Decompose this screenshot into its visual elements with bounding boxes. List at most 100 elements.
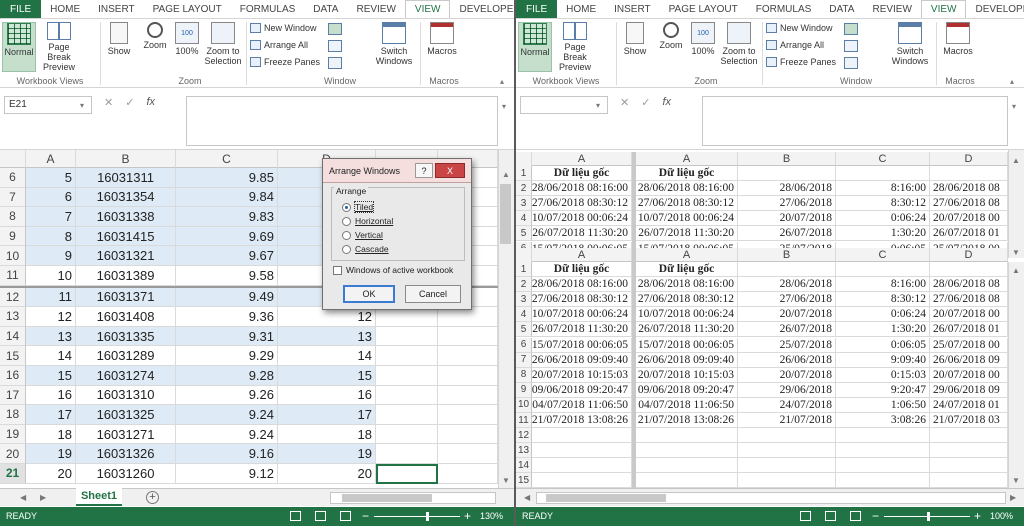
row-header[interactable]: 20	[0, 444, 26, 464]
scroll-down-icon[interactable]: ▼	[1012, 476, 1020, 485]
table-cell[interactable]: 9.85	[176, 168, 278, 188]
macros-button[interactable]: Macros	[424, 22, 460, 72]
table-cell[interactable]: 25/07/2018 00	[930, 337, 1008, 353]
table-cell[interactable]	[438, 346, 498, 366]
cancel-button[interactable]: Cancel	[405, 285, 461, 303]
row-header[interactable]: 4	[516, 211, 532, 227]
table-cell[interactable]: 13	[278, 326, 376, 347]
table-cell[interactable]: 9.31	[176, 326, 278, 347]
table-cell[interactable]: 0:06:24	[836, 307, 930, 323]
table-cell[interactable]: 13	[26, 326, 76, 347]
table-cell[interactable]	[836, 443, 930, 459]
name-box[interactable]	[520, 96, 608, 114]
table-cell[interactable]: 9.49	[176, 287, 278, 308]
row-header[interactable]: 15	[516, 473, 532, 489]
table-cell[interactable]: 26/07/2018 01	[930, 322, 1008, 338]
hscroll-thumb[interactable]	[342, 494, 432, 502]
switch-windows-button[interactable]: Switch Windows	[372, 22, 416, 72]
table-cell[interactable]: 8:16:00	[836, 277, 930, 293]
cancel-icon[interactable]: ✕	[620, 96, 629, 109]
table-cell[interactable]: 26/07/2018 11:30:20	[532, 226, 632, 242]
table-cell[interactable]: 20/07/2018 00	[930, 307, 1008, 323]
scroll-thumb[interactable]	[500, 184, 511, 244]
table-cell[interactable]: 9.26	[176, 385, 278, 406]
table-cell[interactable]: 19	[26, 444, 76, 464]
column-header[interactable]: B	[738, 248, 836, 262]
table-cell[interactable]: Dữ liệu gốc	[532, 166, 632, 182]
table-cell[interactable]: 27/06/2018 08:30:12	[532, 292, 632, 308]
zoom-slider[interactable]	[374, 516, 460, 517]
table-cell[interactable]	[376, 405, 438, 425]
table-cell[interactable]: Dữ liệu gốc	[636, 262, 738, 278]
table-cell[interactable]	[532, 443, 632, 459]
ok-button[interactable]: OK	[343, 285, 395, 303]
table-cell[interactable]: 29/06/2018 09	[930, 382, 1008, 398]
table-cell[interactable]: 16031354	[76, 187, 176, 208]
table-cell[interactable]: 27/06/2018 08:30:12	[636, 196, 738, 212]
table-cell[interactable]: 9	[26, 246, 76, 266]
add-sheet-icon[interactable]: +	[146, 491, 159, 504]
table-cell[interactable]: 9.67	[176, 246, 278, 266]
table-cell[interactable]: 26/06/2018 09	[930, 352, 1008, 368]
zoom-in-icon[interactable]: +	[974, 509, 981, 523]
table-cell[interactable]	[376, 464, 438, 484]
row-header[interactable]: 13	[0, 307, 26, 327]
table-cell[interactable]	[438, 326, 498, 347]
page-layout-icon[interactable]	[315, 511, 326, 521]
row-header[interactable]: 12	[516, 428, 532, 444]
table-cell[interactable]: 27/06/2018 08:30:12	[636, 292, 738, 308]
table-cell[interactable]	[930, 473, 1008, 489]
normal-view-button[interactable]: Normal	[2, 22, 36, 72]
table-cell[interactable]: 10/07/2018 00:06:24	[636, 211, 738, 227]
table-cell[interactable]: 24/07/2018 01	[930, 397, 1008, 413]
table-cell[interactable]	[438, 366, 498, 386]
table-cell[interactable]: 20	[278, 464, 376, 484]
table-cell[interactable]: 17	[26, 405, 76, 425]
tab-view[interactable]: VIEW	[920, 0, 967, 19]
table-cell[interactable]	[930, 166, 1008, 182]
table-cell[interactable]: 27/06/2018 08	[930, 196, 1008, 212]
table-cell[interactable]: 10/07/2018 00:06:24	[532, 307, 632, 323]
table-cell[interactable]	[930, 443, 1008, 459]
hscroll-thumb[interactable]	[546, 494, 666, 502]
macros-button[interactable]: Macros	[940, 22, 976, 72]
table-cell[interactable]	[738, 428, 836, 444]
table-cell[interactable]: 9:20:47	[836, 382, 930, 398]
tab-file[interactable]: FILE	[516, 0, 558, 18]
table-cell[interactable]: 27/06/2018 08:30:12	[532, 196, 632, 212]
table-cell[interactable]: 9.29	[176, 346, 278, 366]
help-button[interactable]: ?	[415, 163, 433, 178]
row-header[interactable]: 5	[516, 322, 532, 338]
freeze-panes-button[interactable]: Freeze Panes	[766, 57, 836, 67]
table-cell[interactable]: 26/07/2018 01	[930, 226, 1008, 242]
tab-view[interactable]: VIEW	[404, 0, 451, 19]
dialog-titlebar[interactable]: Arrange Windows? X	[323, 159, 471, 183]
table-cell[interactable]: 8:30:12	[836, 292, 930, 308]
page-break-icon[interactable]	[850, 511, 861, 521]
zoom-button[interactable]: Zoom	[139, 22, 171, 72]
tab-page-layout[interactable]: PAGE LAYOUT	[660, 0, 747, 18]
window-small-icon[interactable]	[328, 57, 342, 69]
row-header[interactable]: 12	[0, 287, 26, 308]
row-header[interactable]: 7	[516, 352, 532, 368]
table-cell[interactable]	[376, 366, 438, 386]
tab-insert[interactable]: INSERT	[605, 0, 660, 18]
table-cell[interactable]: 27/06/2018	[738, 196, 836, 212]
table-cell[interactable]: 9.83	[176, 207, 278, 227]
table-cell[interactable]	[376, 326, 438, 347]
table-cell[interactable]: 21/07/2018 13:08:26	[532, 413, 632, 429]
table-cell[interactable]: 15	[26, 366, 76, 386]
table-cell[interactable]: 15/07/2018 00:06:05	[636, 337, 738, 353]
table-cell[interactable]: 16031321	[76, 246, 176, 266]
table-cell[interactable]: 1:30:20	[836, 226, 930, 242]
close-button[interactable]: X	[435, 163, 465, 178]
table-cell[interactable]: 9.58	[176, 266, 278, 286]
table-cell[interactable]	[836, 458, 930, 474]
column-header[interactable]: A	[26, 150, 76, 168]
formula-input[interactable]	[702, 96, 1008, 146]
table-cell[interactable]: 11	[26, 287, 76, 308]
row-header[interactable]: 3	[516, 292, 532, 308]
table-cell[interactable]: 21/07/2018 03	[930, 413, 1008, 429]
table-cell[interactable]: 16	[278, 385, 376, 406]
table-cell[interactable]: 10	[26, 266, 76, 286]
